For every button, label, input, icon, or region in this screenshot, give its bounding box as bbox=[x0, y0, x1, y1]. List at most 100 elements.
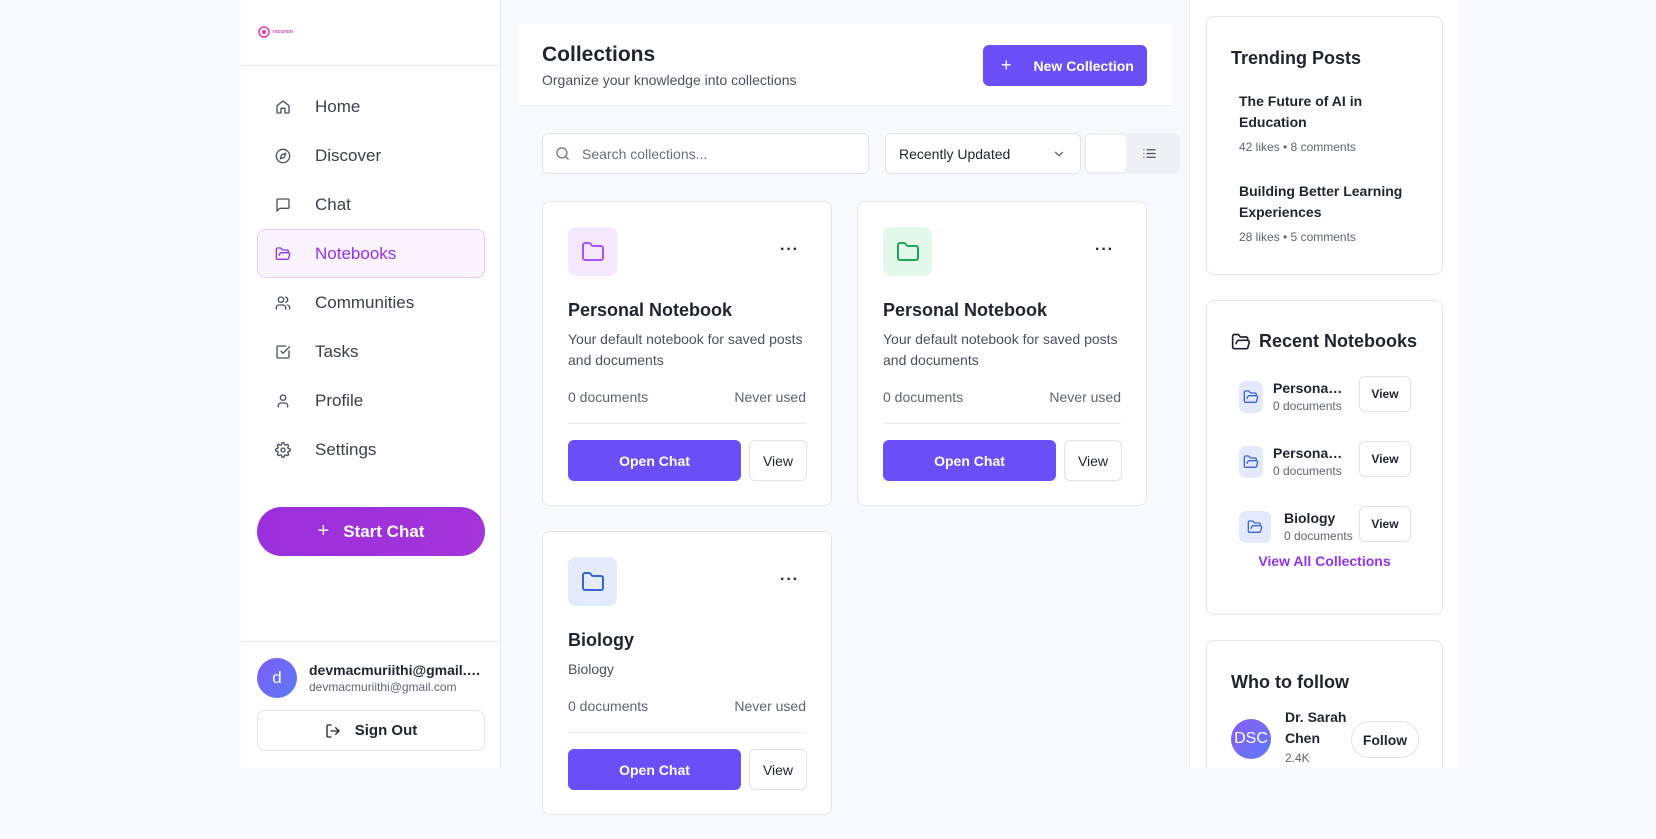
view-button[interactable]: View bbox=[1064, 440, 1122, 481]
card-divider bbox=[568, 423, 806, 424]
list-icon bbox=[1142, 148, 1156, 158]
sidebar-item-label: Discover bbox=[315, 145, 382, 165]
folder-icon bbox=[581, 571, 604, 591]
more-options-icon[interactable]: ··· bbox=[1095, 242, 1114, 258]
trending-post-title[interactable]: The Future of AI in Education bbox=[1239, 91, 1419, 133]
collection-card: ··· Personal Notebook Your default noteb… bbox=[857, 201, 1147, 506]
start-chat-button[interactable]: + Start Chat bbox=[257, 507, 485, 556]
sidebar-item-home[interactable]: Home bbox=[257, 82, 485, 131]
follower-count: 2.4K bbox=[1285, 751, 1310, 765]
gear-icon bbox=[275, 441, 291, 458]
page-header: Collections Organize your knowledge into… bbox=[518, 24, 1172, 106]
collection-icon bbox=[883, 227, 932, 276]
follow-button[interactable]: Follow bbox=[1351, 721, 1419, 758]
collection-card: ··· Personal Notebook Your default noteb… bbox=[542, 201, 832, 506]
new-collection-label: New Collection bbox=[1033, 57, 1134, 74]
collection-meta: 0 documents Never used bbox=[568, 389, 806, 405]
folder-icon bbox=[581, 241, 604, 261]
message-icon bbox=[276, 197, 290, 212]
sidebar-item-notebooks[interactable]: Notebooks bbox=[257, 229, 485, 278]
users-icon bbox=[275, 295, 291, 310]
user-name: devmacmuriithi@gmail.com bbox=[309, 662, 485, 678]
sidebar-footer-divider bbox=[241, 641, 500, 642]
user-icon bbox=[277, 393, 289, 408]
sidebar-item-profile[interactable]: Profile bbox=[257, 376, 485, 425]
recent-notebook-name: Biology bbox=[1284, 510, 1336, 526]
user-account[interactable]: d devmacmuriithi@gmail.com devmacmuriith… bbox=[257, 658, 485, 698]
recent-notebook-docs: 0 documents bbox=[1273, 399, 1342, 413]
trending-post-meta: 42 likes • 8 comments bbox=[1239, 140, 1356, 154]
collection-card: ··· Biology Biology 0 documents Never us… bbox=[542, 531, 832, 815]
view-button[interactable]: View bbox=[749, 749, 807, 790]
sidebar-item-chat[interactable]: Chat bbox=[257, 180, 485, 229]
logo-text: recursor bbox=[273, 29, 294, 35]
recent-notebooks-title: Recent Notebooks bbox=[1259, 331, 1418, 351]
app-logo[interactable]: recursor bbox=[257, 22, 293, 42]
card-divider bbox=[883, 423, 1121, 424]
more-options-icon[interactable]: ··· bbox=[780, 572, 799, 588]
collection-icon bbox=[568, 557, 617, 606]
sidebar-item-tasks[interactable]: Tasks bbox=[257, 327, 485, 376]
chevron-down-icon bbox=[1054, 151, 1064, 157]
open-chat-button[interactable]: Open Chat bbox=[883, 440, 1056, 481]
page-subtitle: Organize your knowledge into collections bbox=[542, 72, 797, 88]
compass-icon bbox=[275, 148, 291, 163]
collection-title: Biology bbox=[568, 630, 634, 650]
sign-out-button[interactable]: Sign Out bbox=[257, 710, 485, 751]
recent-notebook-item: Biology 0 documents View bbox=[1239, 506, 1411, 548]
view-button[interactable]: View bbox=[749, 440, 807, 481]
sidebar-item-label: Home bbox=[315, 96, 361, 116]
last-used: Never used bbox=[734, 389, 806, 405]
log-out-icon bbox=[326, 723, 340, 738]
collection-meta: 0 documents Never used bbox=[568, 698, 806, 714]
collection-description: Your default notebook for saved posts an… bbox=[568, 331, 803, 368]
sidebar-item-label: Chat bbox=[315, 194, 351, 214]
document-count: 0 documents bbox=[883, 389, 964, 405]
sidebar-item-label: Settings bbox=[315, 439, 377, 459]
checkbox-icon bbox=[276, 344, 291, 359]
sidebar-item-discover[interactable]: Discover bbox=[257, 131, 485, 180]
search-input[interactable] bbox=[582, 145, 852, 162]
sidebar-nav: Home Discover Chat Notebooks Communities… bbox=[257, 82, 485, 474]
panel-title: Recent Notebooks bbox=[1231, 331, 1417, 352]
folder-open-icon bbox=[1239, 381, 1263, 413]
sort-select-value: Recently Updated bbox=[899, 145, 1011, 162]
sidebar-item-settings[interactable]: Settings bbox=[257, 425, 485, 474]
sidebar-item-communities[interactable]: Communities bbox=[257, 278, 485, 327]
last-used: Never used bbox=[734, 698, 806, 714]
new-collection-button[interactable]: + New Collection bbox=[983, 45, 1147, 86]
trending-posts-panel: Trending Posts The Future of AI in Educa… bbox=[1206, 16, 1443, 275]
sidebar-item-label: Profile bbox=[315, 390, 364, 410]
sort-select[interactable]: Recently Updated bbox=[885, 133, 1081, 174]
document-count: 0 documents bbox=[568, 389, 649, 405]
view-button[interactable]: View bbox=[1359, 376, 1411, 412]
sidebar-item-label: Tasks bbox=[315, 341, 359, 361]
recent-notebook-item: Personal Notebook 0 documents View bbox=[1239, 376, 1411, 418]
start-chat-label: Start Chat bbox=[343, 521, 425, 541]
open-chat-button[interactable]: Open Chat bbox=[568, 440, 741, 481]
panel-title: Trending Posts bbox=[1231, 48, 1362, 68]
view-button[interactable]: View bbox=[1359, 441, 1411, 477]
view-all-collections-link[interactable]: View All Collections bbox=[1207, 553, 1442, 569]
list-view-button[interactable] bbox=[1138, 143, 1160, 163]
more-options-icon[interactable]: ··· bbox=[780, 242, 799, 258]
sidebar-divider bbox=[241, 65, 500, 66]
recent-notebook-name: Personal Notebook bbox=[1273, 380, 1345, 396]
search-icon bbox=[556, 147, 569, 160]
collection-meta: 0 documents Never used bbox=[883, 389, 1121, 405]
open-chat-button[interactable]: Open Chat bbox=[568, 749, 741, 790]
follow-name[interactable]: Dr. Sarah Chen bbox=[1285, 707, 1355, 749]
grid-view-button[interactable] bbox=[1086, 135, 1126, 172]
recent-notebook-name: Personal Notebook bbox=[1273, 445, 1345, 461]
trending-post-title[interactable]: Building Better Learning Experiences bbox=[1239, 181, 1419, 223]
folder-icon bbox=[896, 241, 919, 261]
recent-notebooks-panel: Recent Notebooks Personal Notebook 0 doc… bbox=[1206, 300, 1443, 615]
right-rail: Trending Posts The Future of AI in Educa… bbox=[1189, 0, 1459, 768]
collection-description: Your default notebook for saved posts an… bbox=[883, 331, 1118, 368]
avatar[interactable]: DSC bbox=[1231, 719, 1271, 759]
view-button[interactable]: View bbox=[1359, 506, 1411, 542]
card-divider bbox=[568, 732, 806, 733]
search-field bbox=[542, 133, 869, 174]
collection-description: Biology bbox=[568, 661, 614, 677]
avatar: d bbox=[257, 658, 297, 698]
